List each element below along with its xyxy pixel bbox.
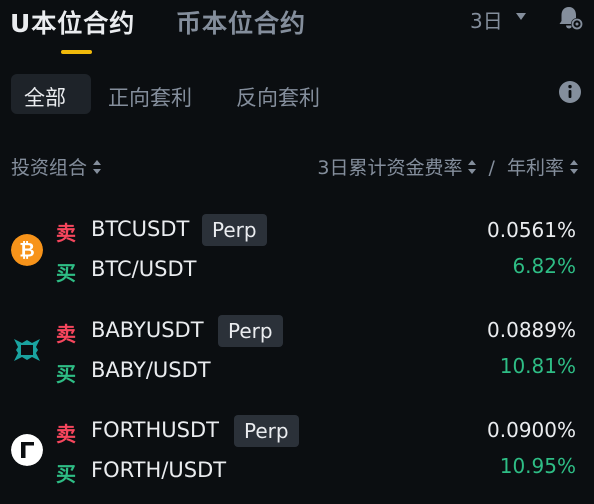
list-item[interactable]: 卖 BABYUSDT Perp 0.0889% 买 BABY/USDT 10.8… <box>0 310 594 390</box>
tab-coin-m-futures[interactable]: 币本位合约 <box>176 4 306 40</box>
buy-label: 买 <box>56 362 76 386</box>
list-item[interactable]: ₿ 卖 BTCUSDT Perp 0.0561% 买 BTC/USDT 6.82… <box>0 210 594 290</box>
column-portfolio[interactable]: 投资组合 <box>11 153 102 180</box>
bell-settings-icon[interactable] <box>556 4 584 32</box>
apr-value: 10.81% <box>499 354 576 378</box>
column-apr-label: 年利率 <box>506 157 564 179</box>
forth-icon <box>11 434 43 466</box>
sell-label: 卖 <box>56 322 76 346</box>
apr-value: 6.82% <box>512 254 576 278</box>
list-item[interactable]: 卖 FORTHUSDT Perp 0.0900% 买 FORTH/USDT 10… <box>0 410 594 500</box>
bitcoin-icon: ₿ <box>11 234 43 266</box>
column-funding-label: 3日累计资金费率 <box>317 157 463 179</box>
svg-text:₿: ₿ <box>19 240 34 262</box>
filter-reverse-arbitrage[interactable]: 反向套利 <box>236 82 320 112</box>
filter-all[interactable]: 全部 <box>24 82 66 112</box>
perp-symbol: FORTHUSDT <box>91 418 219 442</box>
funding-rate: 0.0561% <box>487 218 576 242</box>
sort-icon[interactable] <box>93 159 102 174</box>
sort-icon[interactable] <box>570 159 578 174</box>
funding-rate: 0.0889% <box>487 318 576 342</box>
tab-usdt-m-futures[interactable]: U本位合约 <box>10 4 135 40</box>
sell-label: 卖 <box>56 221 76 245</box>
apr-value: 10.95% <box>499 454 576 478</box>
perp-badge: Perp <box>218 315 283 347</box>
spot-symbol: FORTH/USDT <box>91 458 227 482</box>
perp-symbol: BABYUSDT <box>91 318 204 342</box>
chevron-down-icon[interactable] <box>516 13 526 20</box>
column-portfolio-label: 投资组合 <box>11 157 88 179</box>
spot-symbol: BABY/USDT <box>91 358 211 382</box>
perp-symbol: BTCUSDT <box>91 217 190 241</box>
active-tab-indicator <box>61 50 92 54</box>
sort-icon[interactable] <box>468 159 477 174</box>
perp-badge: Perp <box>202 214 267 246</box>
baby-icon <box>14 339 40 361</box>
column-separator: / <box>488 157 495 179</box>
buy-label: 买 <box>56 462 76 486</box>
spot-symbol: BTC/USDT <box>91 257 197 281</box>
perp-badge: Perp <box>234 415 299 447</box>
buy-label: 买 <box>56 261 76 285</box>
filter-positive-arbitrage[interactable]: 正向套利 <box>108 82 192 112</box>
period-selector[interactable]: 3日 <box>470 5 503 34</box>
sell-label: 卖 <box>56 422 76 446</box>
info-icon[interactable] <box>558 80 582 104</box>
column-funding-apr[interactable]: 3日累计资金费率 / 年利率 <box>317 153 578 180</box>
funding-rate: 0.0900% <box>487 418 576 442</box>
